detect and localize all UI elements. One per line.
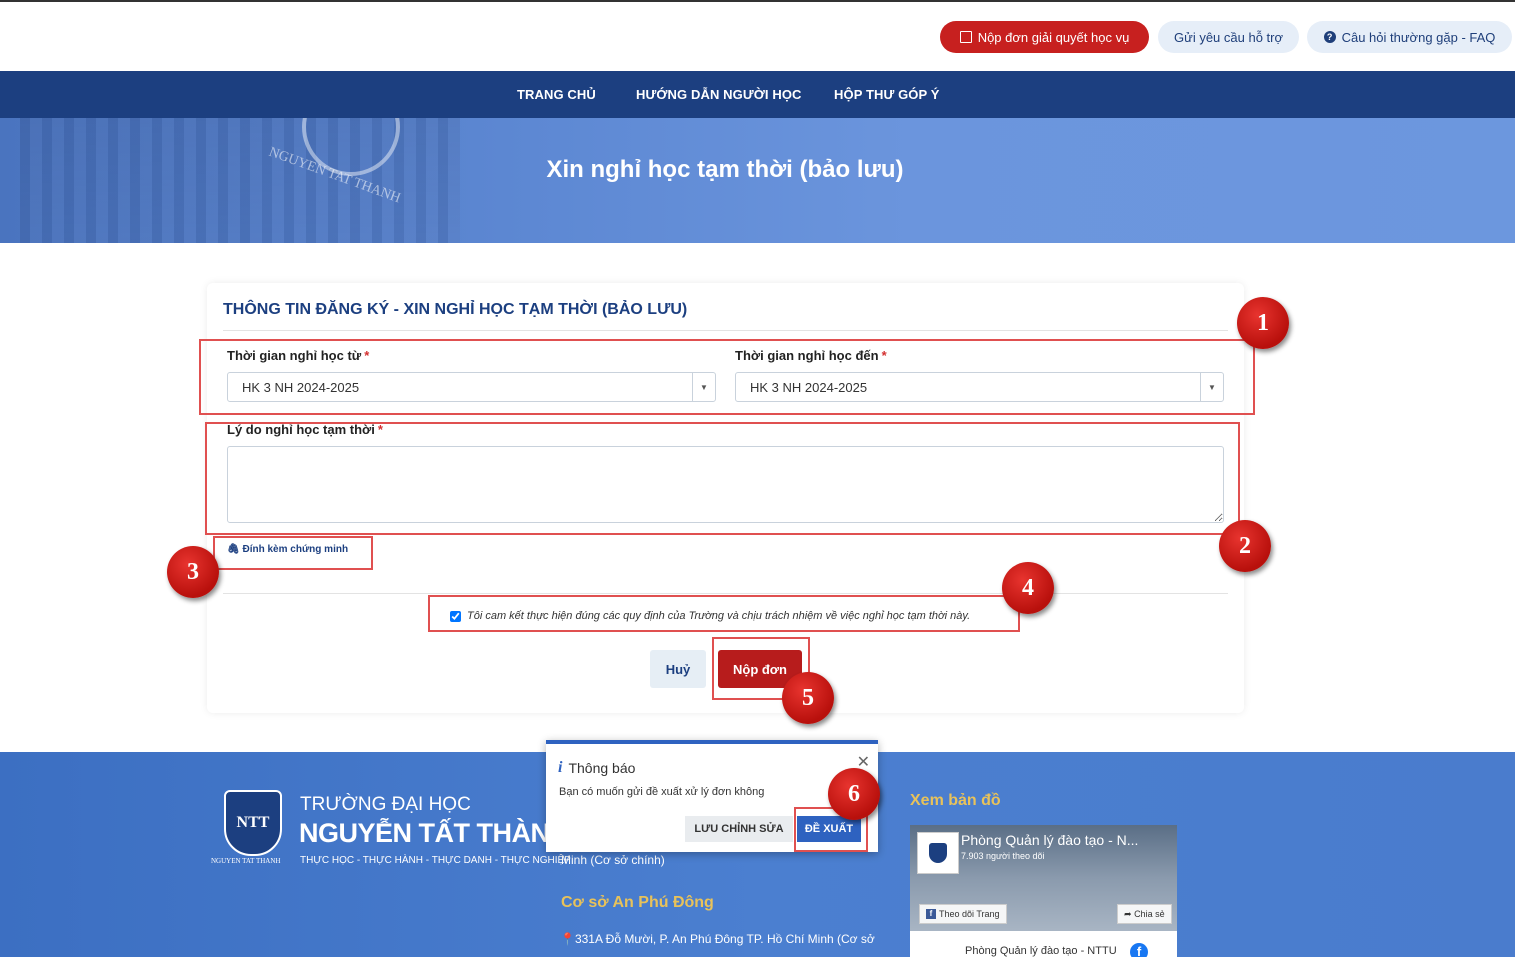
- registration-form-card: THÔNG TIN ĐĂNG KÝ - XIN NGHỈ HỌC TẠM THỜ…: [207, 283, 1244, 713]
- dialog-message: Bạn có muốn gửi đề xuất xử lý đơn không: [559, 786, 765, 798]
- chevron-down-icon[interactable]: ▼: [692, 373, 715, 401]
- form-divider: [223, 330, 1228, 331]
- facebook-page-name[interactable]: Phòng Quản lý đào tạo - N...: [961, 832, 1138, 848]
- from-term-label: Thời gian nghỉ học từ *: [227, 348, 369, 363]
- submit-request-button[interactable]: Nộp đơn giải quyết học vụ: [940, 21, 1149, 53]
- cancel-button[interactable]: Huỷ: [650, 650, 706, 688]
- commitment-checkbox[interactable]: [450, 610, 461, 622]
- facebook-post-name: Phòng Quản lý đào tạo - NTTU: [965, 945, 1117, 957]
- required-mark: *: [364, 348, 370, 363]
- dialog-title-text: Thông báo: [568, 760, 636, 776]
- main-nav: TRANG CHỦ HƯỚNG DẪN NGƯỜI HỌC HỘP THƯ GÓ…: [0, 71, 1515, 118]
- facebook-page-widget[interactable]: Phòng Quản lý đào tạo - N... 7.903 người…: [910, 825, 1177, 957]
- campus-title: Cơ sở An Phú Đông: [561, 894, 714, 911]
- campus-address-text: 331A Đỗ Mười, P. An Phú Đông TP. Hồ Chí …: [574, 932, 875, 946]
- attach-proof-label: Đính kèm chứng minh: [242, 544, 349, 555]
- to-term-select[interactable]: HK 3 NH 2024-2025 ▼: [735, 372, 1224, 402]
- to-term-label-text: Thời gian nghỉ học đến: [735, 348, 879, 363]
- from-term-label-text: Thời gian nghỉ học từ: [227, 348, 362, 363]
- form-title: THÔNG TIN ĐĂNG KÝ - XIN NGHỈ HỌC TẠM THỜ…: [223, 301, 688, 318]
- step-marker-5: 5: [782, 672, 834, 724]
- from-term-value: HK 3 NH 2024-2025: [242, 379, 360, 395]
- university-logo: NTT: [224, 790, 282, 856]
- facebook-post-preview: Phòng Quản lý đào tạo - NTTU f: [910, 931, 1177, 957]
- commitment-text: Tôi cam kết thực hiện đúng các quy định …: [467, 610, 971, 622]
- reason-label: Lý do nghỉ học tạm thời *: [227, 422, 383, 437]
- submit-request-label: Nộp đơn giải quyết học vụ: [977, 29, 1130, 45]
- facebook-share-button[interactable]: ➦ Chia sẻ: [1117, 904, 1172, 924]
- paperclip-icon: 🖇: [227, 544, 240, 555]
- required-mark: *: [881, 348, 887, 363]
- page-title: Xin nghỉ học tạm thời (bảo lưu): [546, 156, 904, 183]
- facebook-followers: 7.903 người theo dõi: [961, 851, 1045, 861]
- info-icon: i: [558, 759, 563, 776]
- support-request-label: Gửi yêu cầu hỗ trợ: [1174, 29, 1283, 45]
- nav-home[interactable]: TRANG CHỦ: [517, 87, 596, 102]
- step-marker-3: 3: [167, 546, 219, 598]
- step-marker-4: 4: [1002, 562, 1054, 614]
- reason-label-text: Lý do nghỉ học tạm thời: [227, 422, 375, 437]
- logo-caption: NGUYEN TAT THANH: [211, 857, 281, 865]
- faq-button[interactable]: ? Câu hỏi thường gặp - FAQ: [1307, 21, 1512, 53]
- required-mark: *: [377, 422, 383, 437]
- dialog-title: i Thông báo: [558, 759, 635, 777]
- step-marker-6: 6: [828, 768, 880, 820]
- edit-icon: [959, 31, 972, 43]
- commitment-checkbox-row[interactable]: Tôi cam kết thực hiện đúng các quy định …: [450, 610, 970, 622]
- nav-guide[interactable]: HƯỚNG DẪN NGƯỜI HỌC: [636, 87, 802, 102]
- top-header: Nộp đơn giải quyết học vụ Gửi yêu cầu hỗ…: [0, 2, 1515, 71]
- support-request-button[interactable]: Gửi yêu cầu hỗ trợ: [1158, 21, 1299, 53]
- map-title: Xem bản đồ: [910, 792, 1001, 809]
- location-pin-icon: 📍: [560, 932, 575, 946]
- main-campus-address: Minh (Cơ sở chính): [561, 853, 665, 867]
- facebook-page-avatar[interactable]: [917, 832, 959, 874]
- chevron-down-icon[interactable]: ▼: [1200, 373, 1223, 401]
- nav-feedback[interactable]: HỘP THƯ GÓP Ý: [834, 87, 940, 102]
- to-term-value: HK 3 NH 2024-2025: [750, 379, 868, 395]
- step-marker-2: 2: [1219, 520, 1271, 572]
- facebook-follow-label: Theo dõi Trang: [939, 909, 1000, 919]
- facebook-follow-button[interactable]: f Theo dõi Trang: [919, 904, 1007, 924]
- save-edit-button[interactable]: LƯU CHỈNH SỬA: [685, 816, 793, 842]
- facebook-logo-icon: f: [1130, 943, 1148, 957]
- faq-label: Câu hỏi thường gặp - FAQ: [1341, 29, 1496, 45]
- form-divider-bottom: [223, 593, 1228, 594]
- campus-address: 📍331A Đỗ Mười, P. An Phú Đông TP. Hồ Chí…: [560, 932, 875, 946]
- question-icon: ?: [1323, 31, 1336, 43]
- university-name-line1: TRƯỜNG ĐẠI HỌC: [300, 794, 471, 815]
- to-term-label: Thời gian nghỉ học đến *: [735, 348, 887, 363]
- facebook-share-label: Chia sẻ: [1134, 909, 1165, 919]
- reason-textarea[interactable]: [227, 446, 1224, 523]
- from-term-select[interactable]: HK 3 NH 2024-2025 ▼: [227, 372, 716, 402]
- facebook-icon: f: [926, 909, 936, 919]
- share-icon: ➦: [1124, 908, 1132, 919]
- page-banner: NGUYEN TAT THANH Xin nghỉ học tạm thời (…: [0, 118, 1515, 243]
- university-name-line2: NGUYỄN TẤT THÀNH: [299, 818, 569, 848]
- university-slogan: THỰC HỌC - THỰC HÀNH - THỰC DANH - THỰC …: [300, 855, 571, 866]
- step-marker-1: 1: [1237, 297, 1289, 349]
- attach-proof-link[interactable]: 🖇 Đính kèm chứng minh: [227, 544, 348, 555]
